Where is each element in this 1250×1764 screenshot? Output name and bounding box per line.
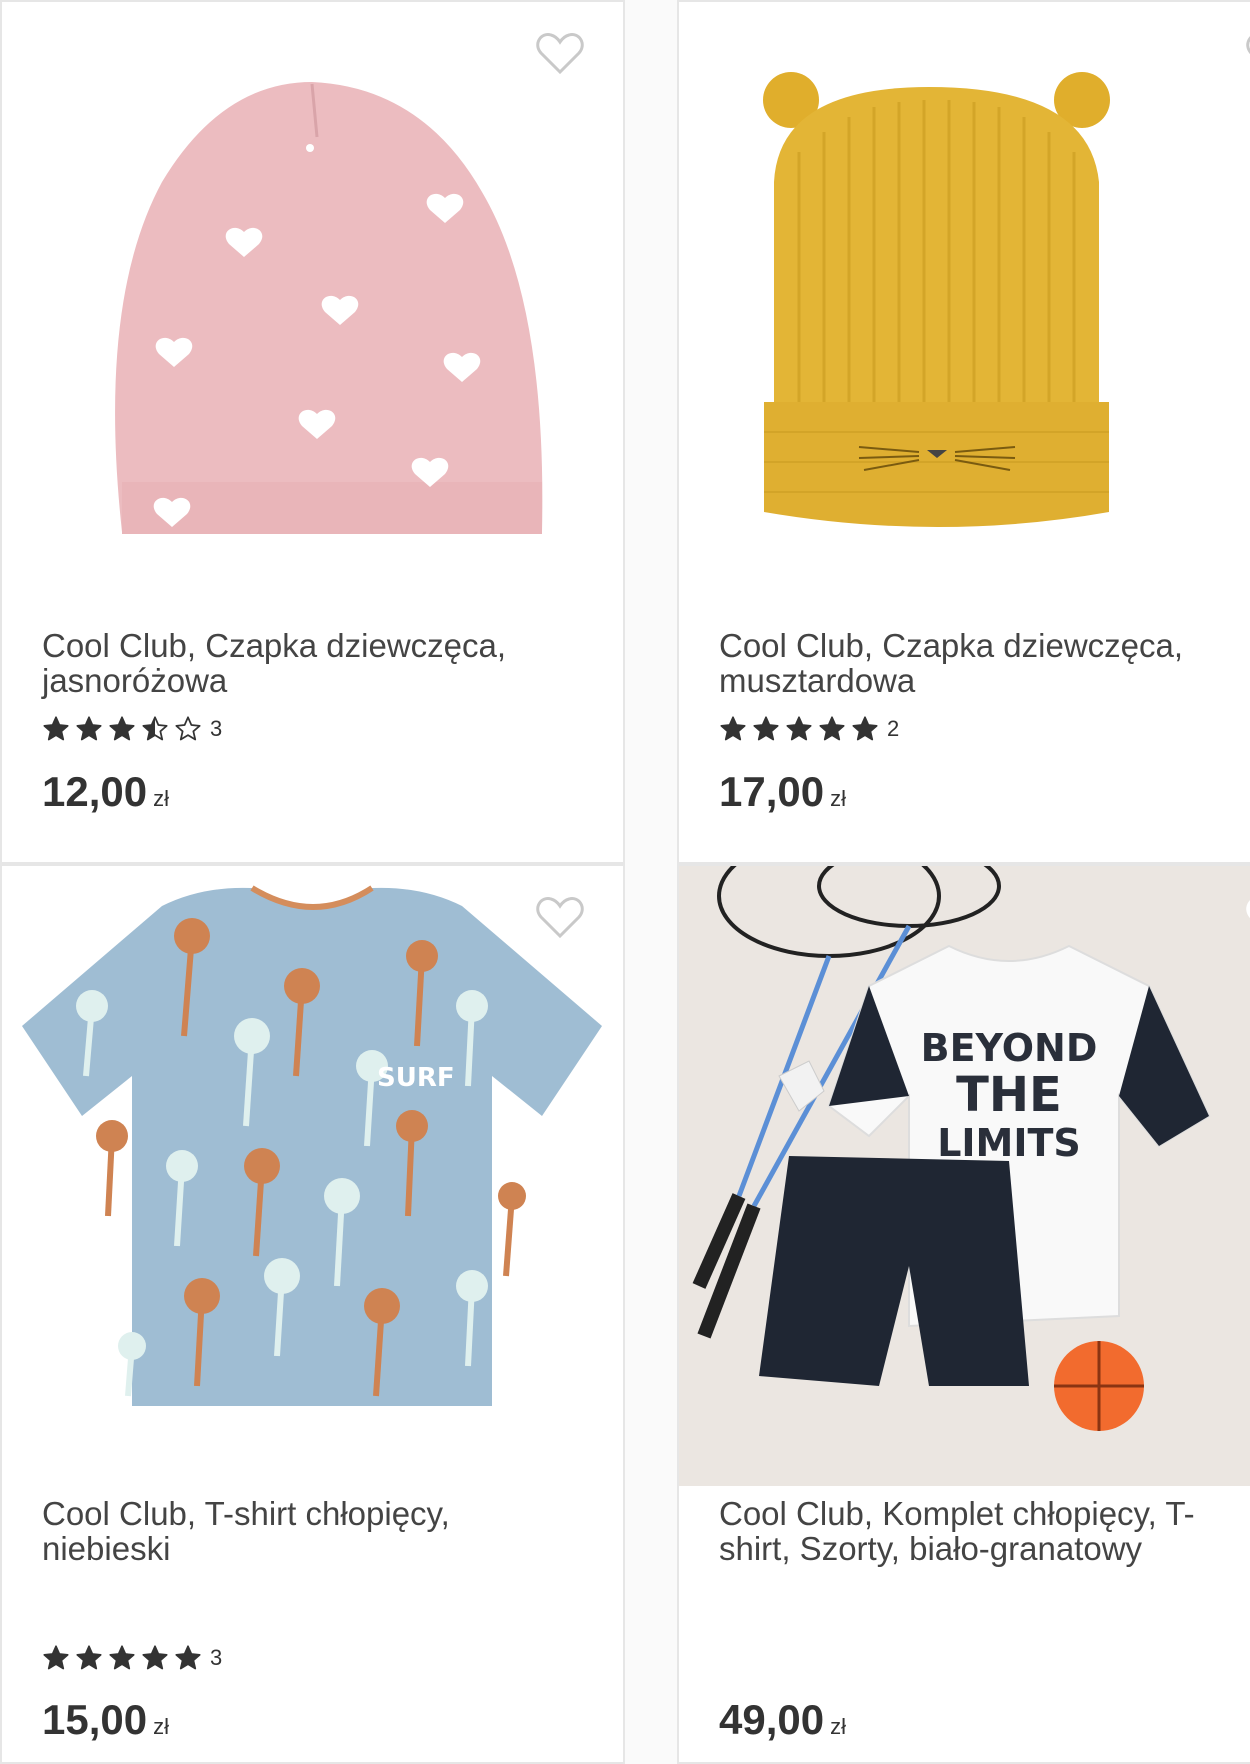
print-text-the: THE <box>956 1067 1062 1123</box>
review-count: 3 <box>210 716 223 741</box>
product-card[interactable]: Cool Club, Czapka dziewczęca, jasnoróżow… <box>0 0 625 864</box>
print-text-beyond: BEYOND <box>921 1026 1098 1070</box>
star-icon <box>852 716 878 741</box>
star-icon <box>720 716 746 741</box>
product-title[interactable]: Cool Club, Czapka dziewczęca, jasnoróżow… <box>42 628 553 698</box>
price-value: 15,00 <box>42 1696 148 1743</box>
price-currency: zł <box>830 1714 846 1739</box>
product-grid: Cool Club, Czapka dziewczęca, jasnoróżow… <box>0 0 1250 1764</box>
product-card[interactable]: SURF Cool Club, T-shirt chłopięcy, niebi… <box>0 864 625 1764</box>
product-price: 15,00 zł <box>42 1696 169 1744</box>
price-currency: zł <box>153 786 169 811</box>
product-price: 12,00 zł <box>42 768 169 816</box>
rating-stars <box>42 1644 202 1672</box>
product-price: 17,00 zł <box>719 768 846 816</box>
rating: 3 <box>42 1644 222 1672</box>
product-title[interactable]: Cool Club, T-shirt chłopięcy, niebieski <box>42 1496 553 1566</box>
star-icon <box>43 1645 69 1670</box>
star-icon <box>43 716 69 741</box>
favorite-heart-icon[interactable] <box>535 896 585 940</box>
price-currency: zł <box>153 1714 169 1739</box>
product-image-blue-tshirt[interactable]: SURF <box>2 866 623 1486</box>
star-icon <box>109 716 135 741</box>
favorite-heart-icon[interactable] <box>1245 896 1250 940</box>
review-count: 3 <box>210 1645 223 1670</box>
star-icon <box>76 716 102 741</box>
product-image-pink-hat[interactable] <box>2 2 623 602</box>
product-image-mustard-hat[interactable] <box>679 2 1250 602</box>
star-icon <box>109 1645 135 1670</box>
star-icon <box>786 716 812 741</box>
rating-stars <box>719 715 879 743</box>
product-price: 49,00 zł <box>719 1696 846 1744</box>
product-card[interactable]: Cool Club, Czapka dziewczęca, musztardow… <box>677 0 1250 864</box>
print-text-surf: SURF <box>377 1063 455 1093</box>
favorite-heart-icon[interactable] <box>1245 32 1250 76</box>
rating: 3 <box>42 715 222 743</box>
star-icon <box>819 716 845 741</box>
star-icon <box>142 716 168 741</box>
star-icon <box>753 716 779 741</box>
product-title[interactable]: Cool Club, Komplet chłopięcy, T-shirt, S… <box>719 1496 1205 1566</box>
price-value: 17,00 <box>719 768 825 815</box>
star-icon <box>142 1645 168 1670</box>
favorite-heart-icon[interactable] <box>535 32 585 76</box>
product-image-sport-set[interactable]: BEYOND THE LIMITS <box>679 834 1250 1486</box>
print-text-limits: LIMITS <box>937 1121 1081 1165</box>
star-icon <box>175 716 201 741</box>
rating: 2 <box>719 715 899 743</box>
review-count: 2 <box>887 716 900 741</box>
star-icon <box>175 1645 201 1670</box>
price-value: 49,00 <box>719 1696 825 1743</box>
product-title[interactable]: Cool Club, Czapka dziewczęca, musztardow… <box>719 628 1205 698</box>
star-icon <box>76 1645 102 1670</box>
price-currency: zł <box>830 786 846 811</box>
product-card[interactable]: BEYOND THE LIMITS Cool Club, Komplet chł… <box>677 834 1250 1764</box>
price-value: 12,00 <box>42 768 148 815</box>
rating-stars <box>42 715 202 743</box>
